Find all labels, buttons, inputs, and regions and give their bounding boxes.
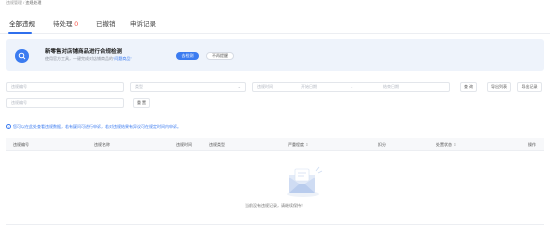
breadcrumb-parent[interactable]: 违规管理 (6, 0, 22, 5)
input-placeholder: 违规编号 (11, 84, 27, 89)
tab-pending[interactable]: 待处理 0 (53, 18, 78, 28)
filter-icon[interactable]: ⇕ (453, 142, 456, 147)
date-separator: - (351, 84, 353, 89)
empty-state-text: 当前没有违规记录，请继续保持！ (245, 203, 305, 208)
compliance-banner: 新零售对店铺商品进行合规检测 使用官方工具，一键完成对店铺商品的“问题商品” 去… (6, 39, 544, 71)
column-header: 操作 (528, 142, 536, 147)
type-select[interactable]: 类型 ⌄ (130, 82, 246, 92)
reset-button[interactable]: 重 置 (133, 98, 150, 108)
column-header: 违规编号 (13, 142, 29, 147)
active-tab-indicator (8, 32, 32, 34)
chevron-down-icon: ⌄ (237, 84, 241, 89)
info-notice: i 您可以在此处查看违规数据，若有疑问可进行申诉，若对违规结果有异议可在规定时间内… (6, 124, 181, 130)
banner-description: 使用官方工具，一键完成对店铺商品的“问题商品” (45, 56, 132, 62)
detect-button[interactable]: 去检测 (176, 52, 199, 60)
export-list-button[interactable]: 导出列表 (487, 82, 511, 92)
pending-count-badge: 0 (74, 21, 78, 28)
empty-envelope-icon (283, 163, 323, 199)
divider (6, 224, 544, 225)
query-button[interactable]: 查 询 (460, 82, 477, 92)
column-header-severity[interactable]: 严重程度 ⇕ (288, 142, 308, 148)
tab-bar: 全部违规 待处理 0 已撤销 申诉记录 (0, 12, 550, 34)
select-placeholder: 类型 (135, 84, 143, 89)
banner-desc-text: 使用官方工具，一键完成对店铺商品的 (45, 56, 113, 61)
table-header: 违规编号 违规名称 违规时间 违规类型 严重程度 ⇕ 扣分 处置状态 ⇕ 操作 (6, 138, 544, 151)
tab-all-violations[interactable]: 全部违规 (9, 18, 35, 28)
breadcrumb-current: 违规处理 (25, 0, 42, 5)
info-icon: i (6, 124, 11, 130)
column-label: 处置状态 (436, 142, 452, 147)
tab-revoked[interactable]: 已撤销 (96, 18, 116, 28)
tab-appeal-records[interactable]: 申诉记录 (130, 18, 156, 28)
column-header: 违规类型 (209, 142, 225, 147)
violation-no-input[interactable]: 违规编号 (6, 82, 124, 92)
shield-search-icon (15, 49, 29, 63)
export-record-button[interactable]: 导出记录 (517, 82, 542, 92)
column-header: 违规时间 (176, 142, 192, 147)
tab-label: 已撤销 (96, 21, 116, 28)
column-header: 扣分 (378, 142, 386, 147)
date-range-picker[interactable]: 违规时间 开始日期 - 结束日期 (252, 82, 450, 92)
product-no-input[interactable]: 违规编号 (6, 98, 124, 108)
start-date-input[interactable]: 开始日期 (301, 83, 317, 91)
column-header: 违规名称 (94, 142, 110, 147)
banner-desc-highlight: “问题商品” (113, 56, 132, 61)
tab-label: 待处理 (53, 21, 73, 28)
column-header-status[interactable]: 处置状态 ⇕ (436, 142, 456, 148)
tab-label: 全部违规 (9, 21, 35, 28)
tab-label: 申诉记录 (130, 21, 156, 28)
info-text: 您可以在此处查看违规数据，若有疑问可进行申诉，若对违规结果有异议可在规定时间内申… (13, 124, 181, 129)
banner-title: 新零售对店铺商品进行合规检测 (45, 49, 123, 55)
breadcrumb: 违规管理 / 违规处理 (6, 0, 41, 6)
dismiss-reminder-button[interactable]: 不再提醒 (206, 52, 234, 60)
sort-icon[interactable]: ⇕ (305, 142, 308, 147)
input-placeholder: 违规编号 (11, 100, 27, 105)
date-label: 违规时间 (257, 84, 273, 89)
end-date-input[interactable]: 结束日期 (383, 83, 399, 91)
column-label: 严重程度 (288, 142, 304, 147)
